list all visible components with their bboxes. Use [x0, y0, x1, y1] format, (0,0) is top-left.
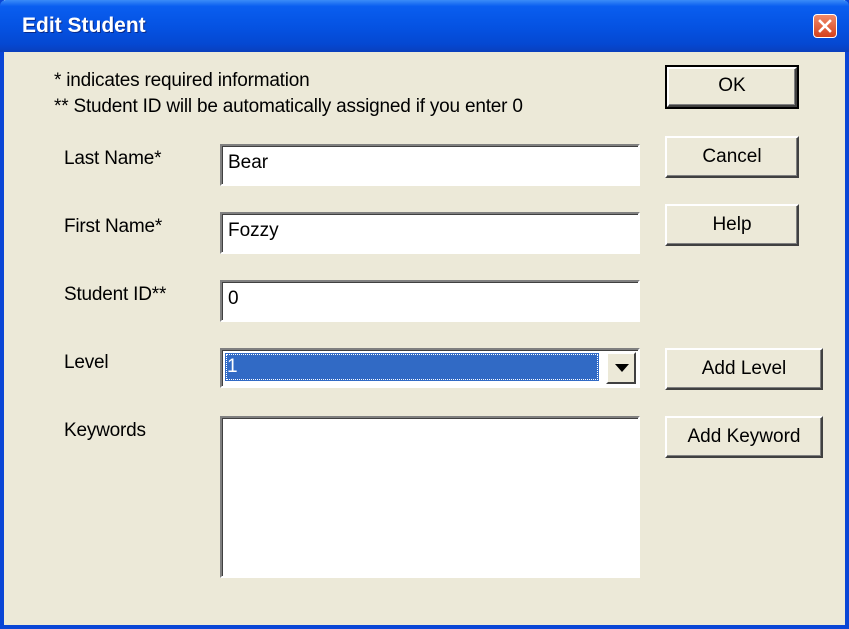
- level-dropdown[interactable]: 1: [220, 348, 640, 388]
- last-name-label: Last Name*: [64, 148, 162, 169]
- level-selected-value: 1: [225, 353, 599, 381]
- edit-student-dialog: Edit Student * indicates required inform…: [0, 0, 849, 629]
- student-id-field[interactable]: 0: [220, 280, 640, 322]
- add-keyword-button[interactable]: Add Keyword: [665, 416, 823, 458]
- cancel-button[interactable]: Cancel: [665, 136, 799, 178]
- last-name-field[interactable]: Bear: [220, 144, 640, 186]
- student-id-label: Student ID**: [64, 284, 167, 305]
- help-button[interactable]: Help: [665, 204, 799, 246]
- required-info-text: * indicates required information: [54, 70, 310, 91]
- keywords-label: Keywords: [64, 420, 146, 441]
- keywords-list[interactable]: [220, 416, 640, 578]
- title-bar[interactable]: Edit Student: [0, 0, 849, 52]
- level-dropdown-button[interactable]: [606, 352, 636, 384]
- first-name-label: First Name*: [64, 216, 163, 237]
- add-level-button[interactable]: Add Level: [665, 348, 823, 390]
- window-title: Edit Student: [22, 14, 146, 37]
- first-name-field[interactable]: Fozzy: [220, 212, 640, 254]
- close-icon: [818, 19, 832, 33]
- close-button[interactable]: [813, 14, 837, 38]
- ok-button[interactable]: OK: [665, 65, 799, 109]
- dialog-body: * indicates required information ** Stud…: [4, 52, 845, 625]
- chevron-down-icon: [615, 364, 629, 372]
- level-label: Level: [64, 352, 109, 373]
- student-id-info-text: ** Student ID will be automatically assi…: [54, 96, 523, 117]
